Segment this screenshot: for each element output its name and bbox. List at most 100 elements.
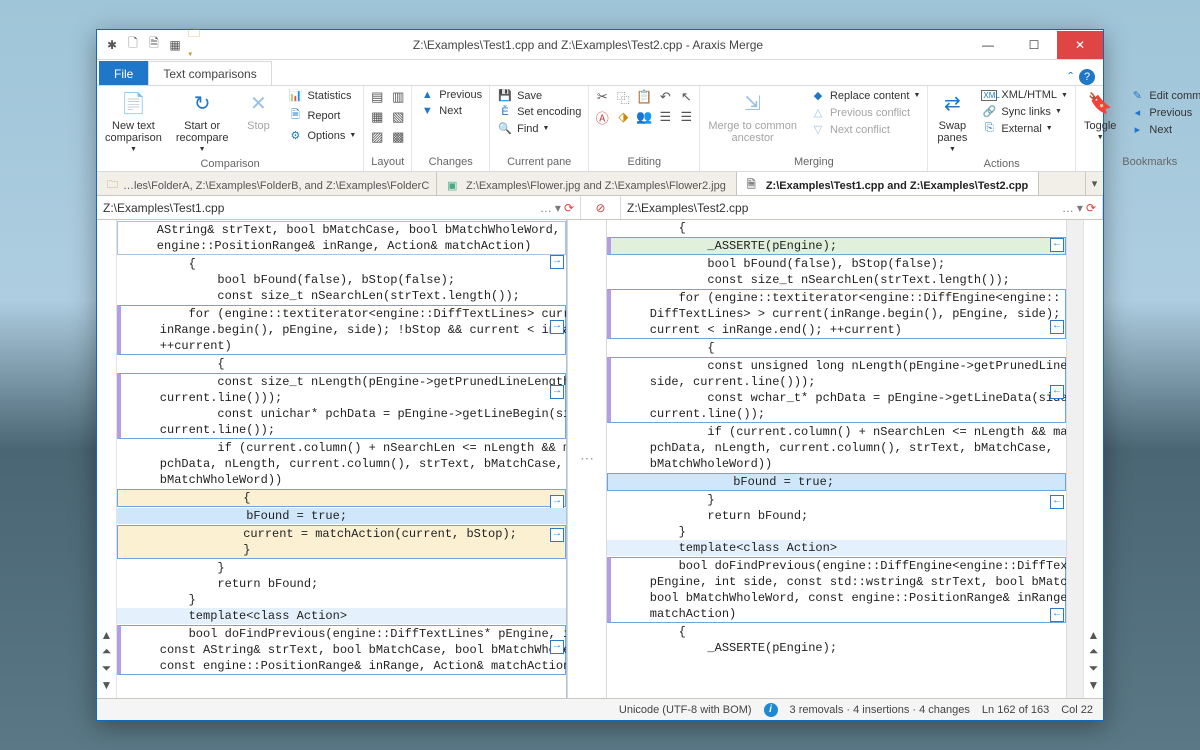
close-button[interactable]: ✕ xyxy=(1057,31,1103,59)
code-line[interactable]: bool doFindPrevious(engine::DiffTextLine… xyxy=(121,626,565,642)
edit-a-icon[interactable]: Ⓐ xyxy=(593,108,611,126)
swap-panes-button[interactable]: ⇄Swap panes▼ xyxy=(932,88,972,156)
code-line[interactable]: _ASSERTE(pEngine); xyxy=(611,238,1065,254)
code-line[interactable]: current.line())); xyxy=(121,390,565,406)
pane-left-menu-icon[interactable]: … xyxy=(540,201,552,215)
code-line[interactable]: template<class Action> xyxy=(117,608,566,624)
code-line[interactable]: const engine::PositionRange& inRange, Ac… xyxy=(121,658,565,674)
code-line[interactable]: if (current.column() + nSearchLen <= nLe… xyxy=(117,440,566,456)
pane-right-dropdown-icon[interactable]: ▾ xyxy=(1077,201,1083,215)
list-icon[interactable]: ☰ xyxy=(656,108,674,126)
pane-right-refresh-icon[interactable]: ⟳ xyxy=(1086,201,1096,215)
app-icon[interactable]: ✱ xyxy=(103,36,121,54)
layout-v-icon[interactable]: ▥ xyxy=(389,88,407,106)
previous-change-button[interactable]: ▲Previous xyxy=(416,88,485,102)
layout-swap-icon[interactable]: ▨ xyxy=(368,128,386,146)
xml-html-button[interactable]: XMLXML/HTML ▼ xyxy=(978,88,1071,102)
code-line[interactable]: AString& strText, bool bMatchCase, bool … xyxy=(118,222,565,238)
options-button[interactable]: ⚙Options ▼ xyxy=(284,128,359,143)
doctab-images[interactable]: ▣Z:\Examples\Flower.jpg and Z:\Examples\… xyxy=(437,172,737,195)
pane-left-refresh-icon[interactable]: ⟳ xyxy=(564,201,574,215)
cut-icon[interactable]: ✂ xyxy=(593,88,611,106)
merge-right-icon[interactable]: → xyxy=(550,385,564,399)
merge-right-icon[interactable]: → xyxy=(550,495,564,509)
new-doc-icon[interactable]: 🗎 xyxy=(145,36,163,54)
code-line[interactable]: const size_t nSearchLen(strText.length()… xyxy=(117,288,566,304)
code-line[interactable]: { xyxy=(117,356,566,372)
code-line[interactable]: engine::PositionRange& inRange, Action& … xyxy=(118,238,565,254)
cursor-icon[interactable]: ↖ xyxy=(677,88,695,106)
indent-icon[interactable]: ☰ xyxy=(677,108,695,126)
paste-icon[interactable]: 📋 xyxy=(635,88,653,106)
tab-text-comparisons[interactable]: Text comparisons xyxy=(148,61,271,85)
minimize-button[interactable]: — xyxy=(965,31,1011,59)
code-line[interactable]: side, current.line())); xyxy=(611,374,1065,390)
code-line[interactable]: bFound = true; xyxy=(117,508,566,524)
nav-up-icon[interactable]: ⏶ xyxy=(1089,644,1099,659)
merge-left-icon[interactable]: ← xyxy=(1050,608,1064,622)
merge-left-icon[interactable]: ← xyxy=(1050,385,1064,399)
code-line[interactable]: const unsigned long nLength(pEngine->get… xyxy=(611,358,1065,374)
external-button[interactable]: ⎘External ▼ xyxy=(978,121,1071,136)
doctab-folders[interactable]: 🗀…les\FolderA, Z:\Examples\FolderB, and … xyxy=(97,172,437,195)
pane-right[interactable]: { _ASSERTE(pEngine); ← bool bFound(false… xyxy=(607,220,1066,698)
nav-down-icon[interactable]: ⏷ xyxy=(1089,661,1099,676)
code-line[interactable]: return bFound; xyxy=(607,508,1066,524)
code-line[interactable]: { xyxy=(117,256,566,272)
code-line[interactable]: } xyxy=(607,492,1066,508)
code-line[interactable]: inRange.begin(), pEngine, side); !bStop … xyxy=(121,322,565,338)
nav-top-icon[interactable]: ▲ xyxy=(1088,628,1100,642)
code-line[interactable]: _ASSERTE(pEngine); xyxy=(607,640,1066,656)
save-button[interactable]: 💾Save xyxy=(494,88,584,103)
new-icon[interactable]: 🗋 xyxy=(124,36,142,54)
merge-right-icon[interactable]: → xyxy=(550,320,564,334)
copy-icon[interactable]: ⿻ xyxy=(614,88,632,106)
code-line[interactable]: return bFound; xyxy=(117,576,566,592)
new-text-comparison-button[interactable]: 📄New text comparison▼ xyxy=(101,88,166,156)
code-line[interactable]: bool doFindPrevious(engine::DiffEngine<e… xyxy=(611,558,1065,574)
doctab-text-active[interactable]: 🗎Z:\Examples\Test1.cpp and Z:\Examples\T… xyxy=(737,172,1039,195)
code-line[interactable]: current = matchAction(current, bStop); xyxy=(118,526,565,542)
merge-right-icon[interactable]: → xyxy=(550,640,564,654)
code-line[interactable]: const unichar* pchData = pEngine->getLin… xyxy=(121,406,565,422)
ribbon-collapse-icon[interactable]: ˆ xyxy=(1068,69,1073,85)
nav-up-icon[interactable]: ⏶ xyxy=(102,644,112,659)
nav-top-icon[interactable]: ▲ xyxy=(101,628,113,642)
code-line[interactable]: bool bFound(false), bStop(false); xyxy=(607,256,1066,272)
code-line[interactable]: } xyxy=(118,542,565,558)
calendar-icon[interactable]: ▦ xyxy=(166,36,184,54)
nav-bottom-icon[interactable]: ▼ xyxy=(101,678,113,692)
code-line[interactable]: bFound = true; xyxy=(608,474,1065,490)
code-line[interactable]: for (engine::textiterator<engine::DiffTe… xyxy=(121,306,565,322)
code-line[interactable]: { xyxy=(607,220,1066,236)
report-button[interactable]: 🗎Report xyxy=(284,105,359,126)
code-line[interactable]: const size_t nSearchLen(strText.length()… xyxy=(607,272,1066,288)
code-line[interactable]: if (current.column() + nSearchLen <= nLe… xyxy=(607,424,1066,440)
edit-comment-button[interactable]: ✎Edit comment xyxy=(1126,88,1200,103)
toggle-bookmark-button[interactable]: 🔖Toggle▼ xyxy=(1080,88,1120,144)
help-icon[interactable]: ? xyxy=(1079,69,1095,85)
sync-links-button[interactable]: 🔗Sync links ▼ xyxy=(978,104,1071,119)
merge-left-icon[interactable]: ← xyxy=(1050,320,1064,334)
code-line[interactable]: template<class Action> xyxy=(607,540,1066,556)
code-line[interactable]: const size_t nLength(pEngine->getPrunedL… xyxy=(121,374,565,390)
layout-3h-icon[interactable]: ▦ xyxy=(368,108,386,126)
code-line[interactable]: bool bFound(false), bStop(false); xyxy=(117,272,566,288)
statistics-button[interactable]: 📊Statistics xyxy=(284,88,359,103)
folder-icon[interactable]: 🗀▾ xyxy=(187,36,205,54)
code-line[interactable]: current < inRange.end(); ++current) xyxy=(611,322,1065,338)
code-line[interactable]: } xyxy=(607,524,1066,540)
layout-3v-icon[interactable]: ▧ xyxy=(389,108,407,126)
code-line[interactable]: pchData, nLength, current.column(), strT… xyxy=(117,456,566,472)
set-encoding-button[interactable]: ĚSet encoding xyxy=(494,105,584,119)
code-line[interactable]: } xyxy=(117,560,566,576)
code-line[interactable]: bMatchWholeWord)) xyxy=(117,472,566,488)
nav-down-icon[interactable]: ⏷ xyxy=(102,661,112,676)
code-line[interactable]: DiffTextLines> > current(inRange.begin()… xyxy=(611,306,1065,322)
next-change-button[interactable]: ▼Next xyxy=(416,104,485,118)
maximize-button[interactable]: ☐ xyxy=(1011,31,1057,59)
code-line[interactable]: bMatchWholeWord)) xyxy=(607,456,1066,472)
layout-reset-icon[interactable]: ▩ xyxy=(389,128,407,146)
code-line[interactable]: { xyxy=(118,490,565,506)
edit-c-icon[interactable]: 👥 xyxy=(635,108,653,126)
